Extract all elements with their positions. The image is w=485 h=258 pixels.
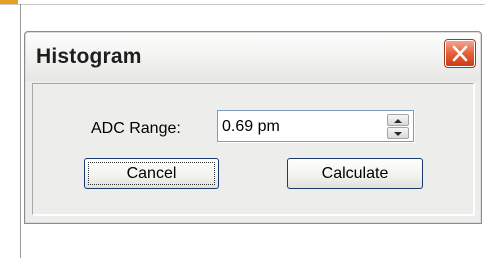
cancel-button[interactable]: Cancel — [84, 158, 219, 189]
arrow-up-icon — [394, 119, 402, 123]
adc-range-label: ADC Range: — [91, 120, 181, 137]
spinner-up-button[interactable] — [387, 114, 409, 126]
adc-range-field[interactable] — [217, 110, 414, 142]
background-divider-top — [0, 4, 485, 5]
close-icon — [452, 45, 468, 62]
dialog-content: ADC Range: Cancel Calculate — [32, 83, 474, 215]
adc-range-input[interactable] — [222, 117, 372, 137]
background-divider-left — [20, 4, 21, 258]
dialog-titlebar[interactable]: Histogram — [26, 33, 480, 81]
calculate-button[interactable]: Calculate — [287, 158, 423, 189]
dialog-title: Histogram — [36, 45, 142, 68]
histogram-dialog: Histogram ADC Range: 0.69 pm Cancel Calc… — [24, 31, 482, 224]
close-button[interactable] — [444, 39, 476, 68]
arrow-down-icon — [394, 132, 402, 136]
adc-range-spinner[interactable] — [387, 114, 409, 140]
spinner-down-button[interactable] — [387, 127, 409, 139]
